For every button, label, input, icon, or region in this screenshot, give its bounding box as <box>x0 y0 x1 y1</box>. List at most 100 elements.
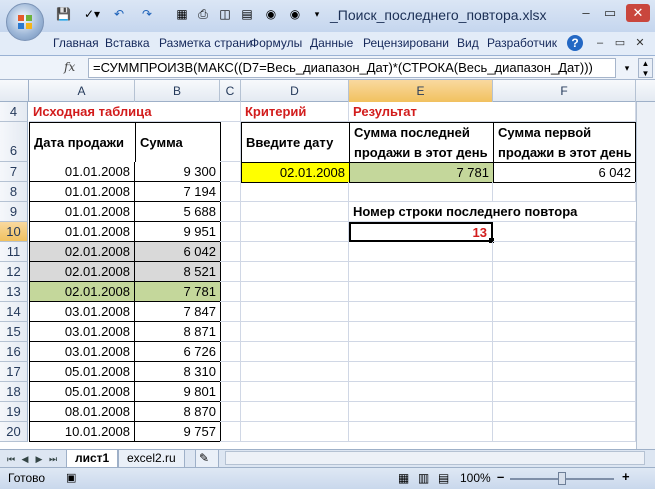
cell[interactable] <box>220 262 241 282</box>
fx-icon[interactable]: fx <box>64 60 75 74</box>
header-date[interactable]: Дата продажи <box>29 122 136 163</box>
tab-insert[interactable]: Вставка <box>105 36 150 50</box>
insert-sheet-icon[interactable]: ✎ <box>195 450 219 468</box>
row-header[interactable]: 6 <box>0 122 28 162</box>
column-header-c[interactable]: C <box>220 80 241 102</box>
source-date-cell[interactable]: 05.01.2008 <box>29 382 135 402</box>
source-date-cell[interactable]: 02.01.2008 <box>29 262 135 282</box>
office-button[interactable] <box>6 3 44 41</box>
cell[interactable] <box>241 302 349 322</box>
row-header[interactable]: 18 <box>0 382 28 402</box>
cell[interactable] <box>220 242 241 262</box>
cell[interactable] <box>241 202 349 222</box>
undo-icon[interactable]: ↶ <box>112 7 126 21</box>
circle-icon[interactable]: ◉ <box>288 7 302 21</box>
source-sum-cell[interactable]: 6 042 <box>135 242 221 262</box>
cell[interactable] <box>349 262 493 282</box>
prev-sheet-icon[interactable]: ◀ <box>20 453 30 465</box>
row-header[interactable]: 20 <box>0 422 28 442</box>
print-icon[interactable]: ⎙ <box>196 7 210 21</box>
source-date-cell[interactable]: 01.01.2008 <box>29 162 135 182</box>
row-header[interactable]: 14 <box>0 302 28 322</box>
zoom-in-button[interactable]: + <box>622 469 630 484</box>
cell[interactable] <box>220 282 241 302</box>
customize-qat-icon[interactable]: ▾ <box>310 7 324 21</box>
row-header[interactable]: 10 <box>0 222 28 242</box>
row-header[interactable]: 13 <box>0 282 28 302</box>
row-header[interactable]: 8 <box>0 182 28 202</box>
source-date-cell[interactable]: 02.01.2008 <box>29 282 135 302</box>
cell[interactable] <box>241 322 349 342</box>
cell[interactable] <box>241 422 349 442</box>
cell[interactable] <box>241 182 349 202</box>
cell[interactable] <box>220 422 241 442</box>
criteria-label[interactable]: Введите дату <box>241 122 350 163</box>
ribbon-restore-button[interactable]: ▭ <box>610 34 630 52</box>
source-sum-cell[interactable]: 9 300 <box>135 162 221 182</box>
source-sum-cell[interactable]: 8 521 <box>135 262 221 282</box>
source-date-cell[interactable]: 08.01.2008 <box>29 402 135 422</box>
cell[interactable] <box>493 262 636 282</box>
normal-view-icon[interactable]: ▦ <box>398 471 409 485</box>
cell[interactable] <box>220 162 241 182</box>
result-title[interactable]: Результат <box>349 102 493 122</box>
cell[interactable] <box>493 302 636 322</box>
header-sum[interactable]: Сумма <box>135 122 221 163</box>
tab-view[interactable]: Вид <box>457 36 479 50</box>
cell[interactable] <box>493 242 636 262</box>
result-first-value[interactable]: 6 042 <box>493 162 636 183</box>
redo-icon[interactable]: ↷ <box>140 7 154 21</box>
page-layout-view-icon[interactable]: ▥ <box>418 471 429 485</box>
row-header[interactable]: 19 <box>0 402 28 422</box>
source-sum-cell[interactable]: 9 951 <box>135 222 221 242</box>
source-sum-cell[interactable]: 7 194 <box>135 182 221 202</box>
cell[interactable] <box>241 222 349 242</box>
cell[interactable] <box>241 262 349 282</box>
cell[interactable] <box>220 222 241 242</box>
cell[interactable] <box>493 182 636 202</box>
cell[interactable] <box>220 322 241 342</box>
tab-page-layout[interactable]: Разметка страни <box>159 36 252 50</box>
cell[interactable] <box>349 182 493 202</box>
cell[interactable] <box>349 282 493 302</box>
cell[interactable] <box>220 342 241 362</box>
last-sheet-icon[interactable]: ⏭ <box>48 453 58 465</box>
cell[interactable] <box>349 422 493 442</box>
source-date-cell[interactable]: 03.01.2008 <box>29 302 135 322</box>
cell[interactable] <box>220 102 241 122</box>
row-header[interactable]: 4 <box>0 102 28 122</box>
first-sheet-icon[interactable]: ⏮ <box>6 453 16 465</box>
row-header[interactable]: 17 <box>0 362 28 382</box>
cell[interactable] <box>493 102 636 122</box>
row-header[interactable]: 11 <box>0 242 28 262</box>
source-date-cell[interactable]: 01.01.2008 <box>29 182 135 202</box>
cell[interactable] <box>220 202 241 222</box>
zoom-level[interactable]: 100% <box>460 471 491 485</box>
source-date-cell[interactable]: 10.01.2008 <box>29 422 135 442</box>
row-header[interactable]: 12 <box>0 262 28 282</box>
source-sum-cell[interactable]: 9 801 <box>135 382 221 402</box>
column-header-f[interactable]: F <box>493 80 636 102</box>
cell[interactable] <box>493 382 636 402</box>
column-header-d[interactable]: D <box>241 80 349 102</box>
cell[interactable] <box>493 362 636 382</box>
tab-home[interactable]: Главная <box>53 36 99 50</box>
source-date-cell[interactable]: 02.01.2008 <box>29 242 135 262</box>
source-date-cell[interactable]: 03.01.2008 <box>29 342 135 362</box>
sheet-tab-list1[interactable]: лист1 <box>66 450 119 468</box>
macro-record-icon[interactable]: ▣ <box>66 471 76 484</box>
cell[interactable] <box>349 322 493 342</box>
formula-input[interactable]: =СУММПРОИЗВ(МАКС((D7=Весь_диапазон_Дат)*… <box>88 58 616 78</box>
restore-button[interactable]: ▭ <box>600 4 620 22</box>
source-date-cell[interactable]: 01.01.2008 <box>29 202 135 222</box>
vertical-scrollbar[interactable] <box>636 102 655 449</box>
horizontal-scrollbar[interactable] <box>225 451 645 465</box>
row-header[interactable]: 7 <box>0 162 28 182</box>
cell[interactable] <box>241 362 349 382</box>
source-sum-cell[interactable]: 7 781 <box>135 282 221 302</box>
tab-review[interactable]: Рецензировани <box>363 36 449 50</box>
cell[interactable] <box>349 302 493 322</box>
criteria-title[interactable]: Критерий <box>241 102 349 122</box>
source-sum-cell[interactable]: 7 847 <box>135 302 221 322</box>
column-header-e[interactable]: E <box>349 80 493 102</box>
